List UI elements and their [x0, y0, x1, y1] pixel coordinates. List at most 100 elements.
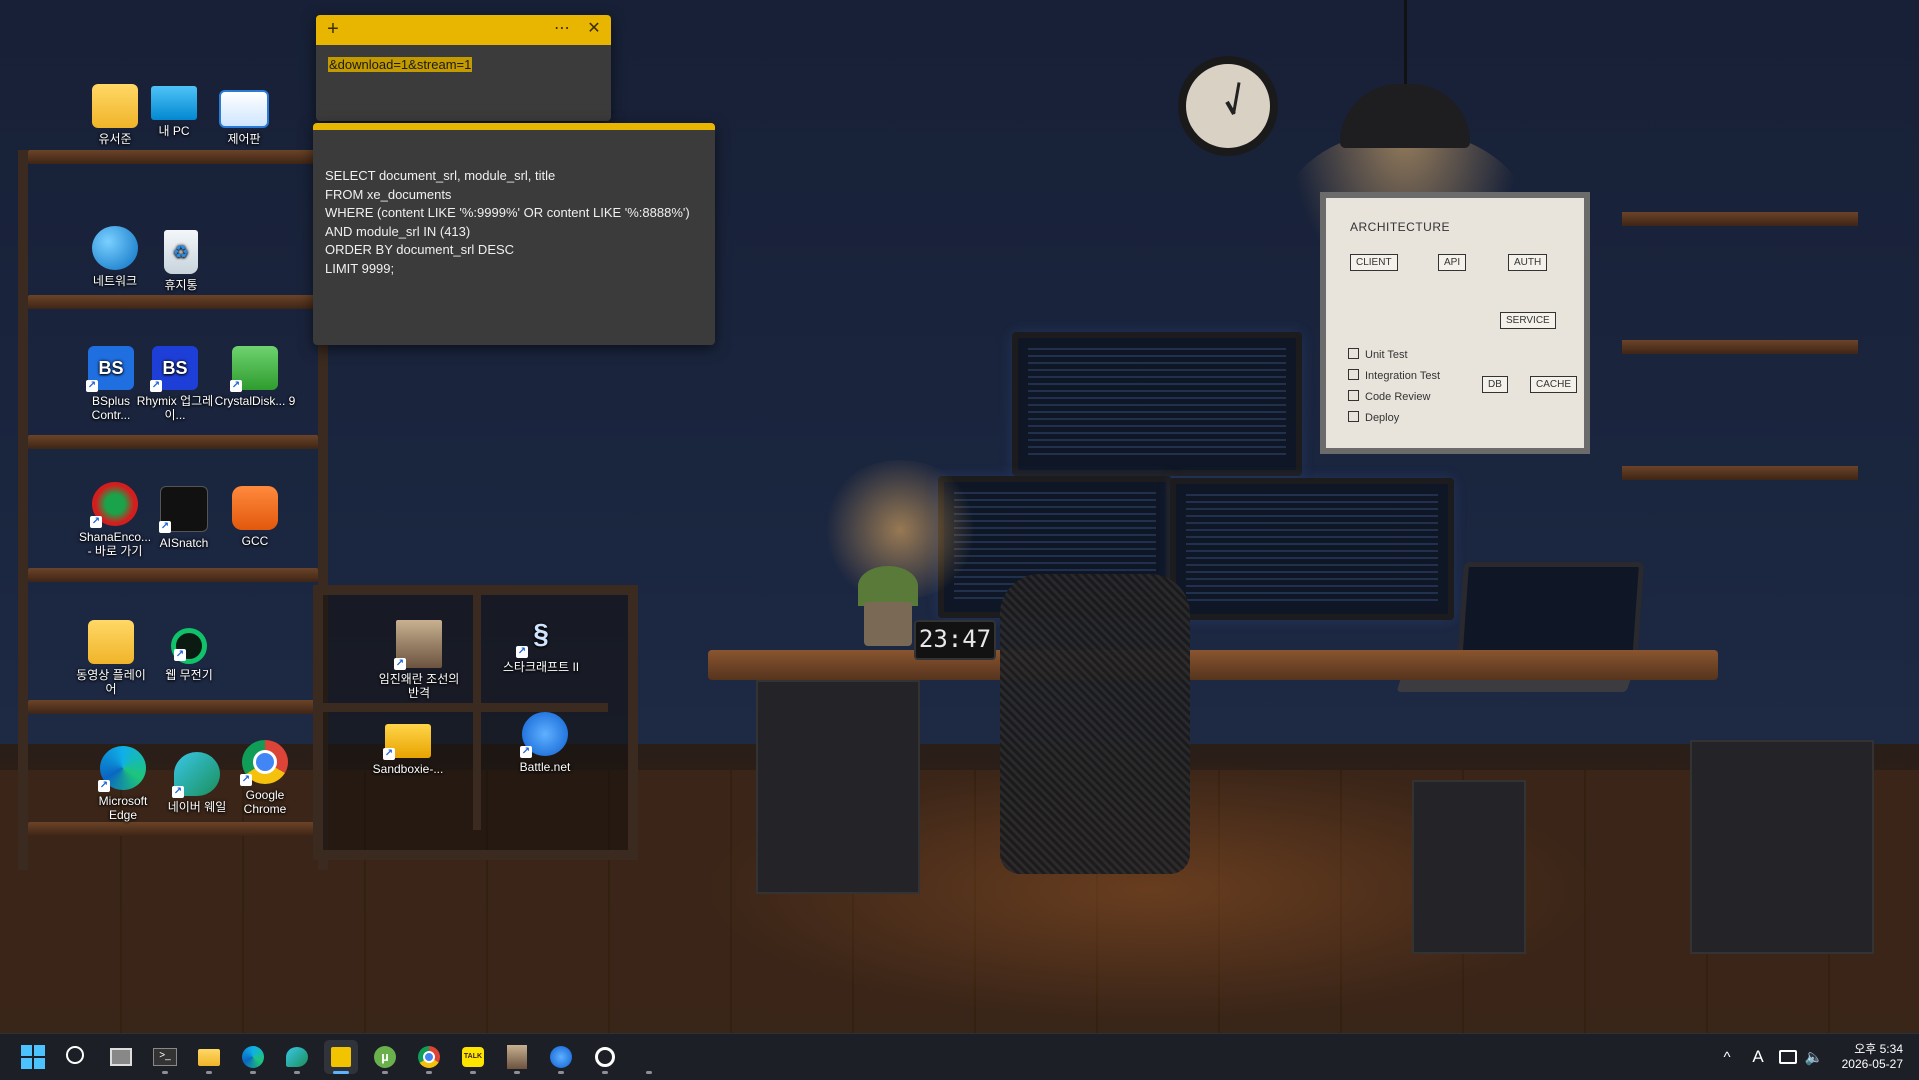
sticky-notes-icon	[331, 1047, 351, 1067]
shortcut-arrow-icon: ↗	[520, 746, 532, 758]
desktop-icon-crystaldisk[interactable]: ↗ CrystalDisk... 9	[214, 346, 296, 408]
desktop-icon-edge[interactable]: ↗ Microsoft Edge	[84, 746, 162, 822]
search-icon	[66, 1046, 84, 1064]
task-view-button[interactable]	[104, 1040, 138, 1074]
chrome-icon	[418, 1046, 440, 1068]
start-button[interactable]	[16, 1040, 50, 1074]
desktop-icon-recycle-bin[interactable]: ♻ 휴지통	[142, 230, 220, 292]
recycle-bin-icon: ♻	[164, 230, 198, 274]
web-radio-icon: ↗	[171, 628, 207, 664]
network-status-button[interactable]	[1776, 1034, 1800, 1080]
wall-clock	[1178, 56, 1278, 156]
desktop-icon-aisnatch[interactable]: ↗ AISnatch	[145, 486, 223, 550]
desktop-icon-whale[interactable]: ↗ 네이버 웨일	[158, 752, 236, 814]
desktop-icon-starcraft2[interactable]: § ↗ 스타크래프트 II	[502, 612, 580, 675]
show-hidden-icons-button[interactable]: ^	[1716, 1034, 1738, 1080]
wallpaper-monitor-right	[1170, 478, 1454, 620]
desktop-icon-web-radio[interactable]: ↗ 웹 무전기	[150, 628, 228, 682]
taskbar-chrome[interactable]	[412, 1040, 446, 1074]
rhymix-icon: BS ↗	[150, 346, 198, 392]
battlenet-icon	[550, 1046, 572, 1068]
sticky-note-large[interactable]: SELECT document_srl, module_srl, title F…	[313, 123, 715, 345]
icon-label: 스타크래프트 II	[502, 660, 580, 674]
folder-icon	[88, 620, 134, 664]
selected-text[interactable]: &download=1&stream=1	[328, 57, 473, 72]
icon-label: Google Chrome	[243, 788, 287, 816]
shortcut-arrow-icon: ↗	[516, 646, 528, 658]
taskbar-file-explorer[interactable]	[192, 1040, 226, 1074]
taskbar-whale[interactable]	[280, 1040, 314, 1074]
note-titlebar[interactable]: + ⋯ ✕	[316, 15, 611, 45]
desktop-icon-rhymix[interactable]: BS ↗ Rhymix 업그레이...	[136, 346, 214, 422]
desktop-icon-battlenet[interactable]: ↗ Battle.net	[506, 712, 584, 774]
note-sql-text[interactable]: SELECT document_srl, module_srl, title F…	[325, 167, 690, 278]
taskbar-kakaotalk[interactable]: TALK	[456, 1040, 490, 1074]
clock-date: 2026-05-27	[1841, 1057, 1903, 1071]
shortcut-arrow-icon: ↗	[86, 380, 98, 392]
wb-box-api: API	[1438, 254, 1467, 271]
battlenet-icon: ↗	[520, 712, 568, 758]
starcraft-icon: § ↗	[516, 618, 549, 658]
sticky-note-small[interactable]: + ⋯ ✕ &download=1&stream=1	[316, 15, 611, 121]
office-chair	[1000, 574, 1190, 874]
icon-label: CrystalDisk... 9	[214, 394, 296, 408]
shanaencoder-icon: ↗	[90, 482, 138, 528]
icon-label: 내 PC	[158, 124, 190, 138]
add-note-button[interactable]: +	[318, 15, 348, 45]
icon-label: Rhymix 업그레이...	[136, 394, 214, 422]
taskbar-battlenet[interactable]	[544, 1040, 578, 1074]
taskbar-sticky-notes[interactable]	[324, 1040, 358, 1074]
wall-shelf	[1622, 340, 1858, 354]
volume-button[interactable]: 🔈	[1802, 1034, 1826, 1080]
folder-icon	[92, 84, 138, 128]
desktop-icon-video-player-folder[interactable]: 동영상 플레이어	[72, 620, 150, 696]
desk-plant	[858, 566, 918, 606]
close-note-button[interactable]: ✕	[579, 15, 609, 45]
icon-label: 웹 무전기	[165, 668, 213, 682]
icon-label: ShanaEnco... - 바로 가기	[78, 530, 152, 558]
desktop-icon-imjin-game[interactable]: ↗ 임진왜란 조선의 반격	[378, 620, 460, 700]
wall-shelf	[1622, 466, 1858, 480]
ceiling-lamp	[1340, 84, 1470, 148]
search-button[interactable]	[60, 1040, 94, 1074]
speaker-icon: 🔈	[1804, 1049, 1824, 1066]
icon-label: 네이버 웨일	[167, 800, 227, 814]
icon-label: Sandboxie-...	[372, 762, 444, 776]
desktop-icon-control-panel[interactable]: 제어판	[205, 90, 283, 146]
icon-label: Battle.net	[519, 760, 571, 774]
taskbar-imjin-game[interactable]	[500, 1040, 534, 1074]
network-icon	[1779, 1050, 1797, 1064]
note-menu-button[interactable]: ⋯	[547, 15, 577, 45]
wb-box-auth: AUTH	[1508, 254, 1548, 271]
desktop-icon-chrome[interactable]: ↗ Google Chrome	[226, 740, 304, 816]
taskbar-edge[interactable]	[236, 1040, 270, 1074]
desktop-icon-my-pc[interactable]: 내 PC	[134, 86, 214, 138]
bsplus-icon: BS ↗	[86, 346, 134, 392]
file-explorer-icon	[198, 1048, 220, 1066]
whale-icon: ↗	[172, 752, 220, 798]
chrome-icon: ↗	[240, 740, 288, 786]
icon-label: AISnatch	[159, 536, 209, 550]
task-view-icon	[110, 1048, 132, 1066]
taskbar-clock[interactable]: 오후 5:34 2026-05-27	[1842, 1042, 1903, 1072]
taskbar-chatgpt[interactable]	[588, 1040, 622, 1074]
wallpaper-monitor-top	[1012, 332, 1302, 476]
desktop-icon-shanaencoder[interactable]: ↗ ShanaEnco... - 바로 가기	[76, 482, 154, 558]
taskbar-terminal[interactable]: >_	[148, 1040, 182, 1074]
taskbar-more[interactable]	[632, 1040, 666, 1074]
wb-box-db: DB	[1482, 376, 1508, 393]
shortcut-arrow-icon: ↗	[394, 658, 406, 670]
game-portrait-icon: ↗	[394, 620, 442, 670]
wallpaper-cabinet	[313, 585, 638, 860]
wall-shelf	[1622, 212, 1858, 226]
ime-indicator[interactable]: A	[1746, 1034, 1770, 1080]
taskbar-utorrent[interactable]: µ	[368, 1040, 402, 1074]
shortcut-arrow-icon: ↗	[172, 786, 184, 798]
note-text-area[interactable]: &download=1&stream=1	[328, 57, 473, 72]
architecture-whiteboard: ARCHITECTURE CLIENT API AUTH SERVICE DB …	[1320, 192, 1590, 454]
wallpaper-desk	[708, 650, 1718, 680]
desktop-icon-sandboxie[interactable]: ↗ Sandboxie-...	[368, 724, 448, 776]
more-icon	[646, 1071, 652, 1074]
desktop-icon-gcc[interactable]: GCC	[216, 486, 294, 548]
shortcut-arrow-icon: ↗	[98, 780, 110, 792]
